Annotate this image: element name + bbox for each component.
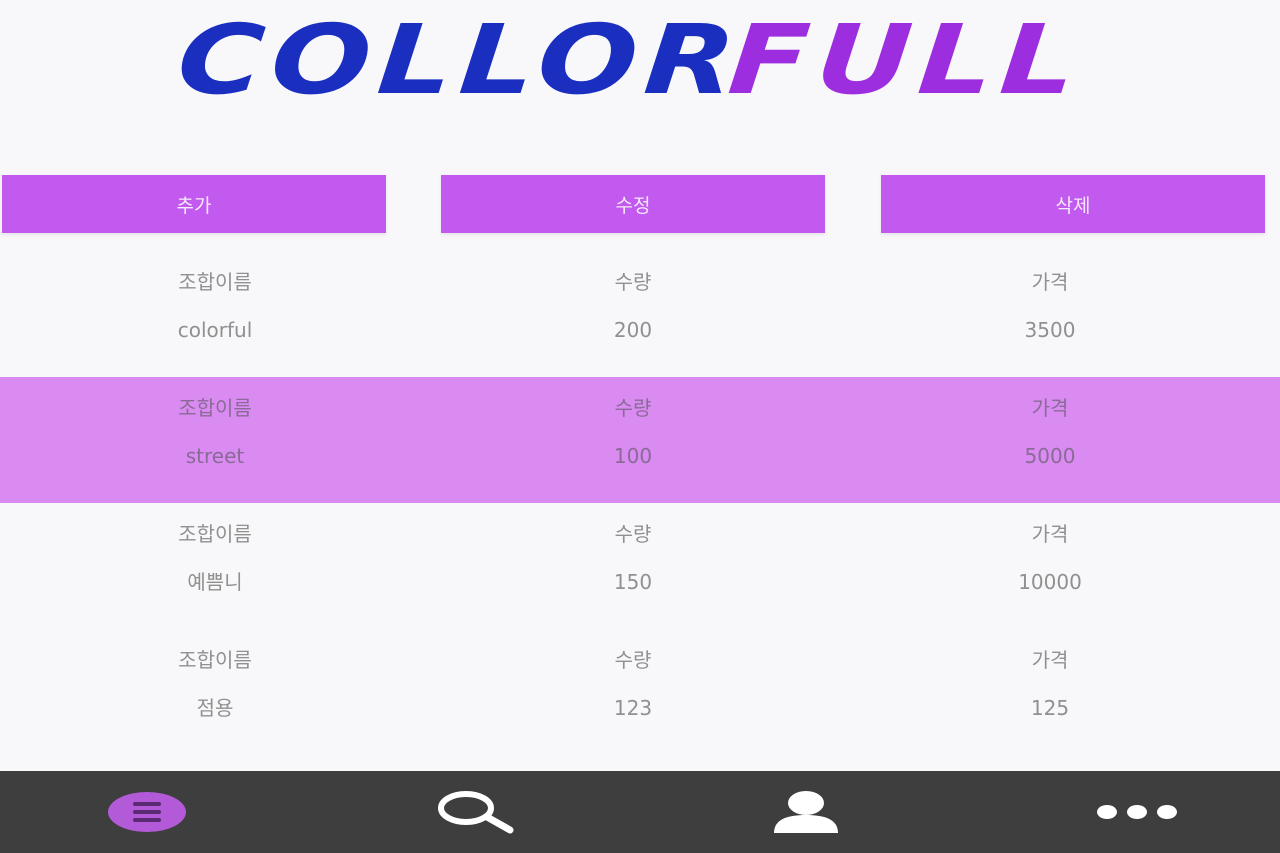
name-header: 조합이름 [178,396,252,420]
price-header: 가격 [1031,522,1069,546]
qty-header: 수량 [614,522,652,546]
price-header: 가격 [1031,648,1069,672]
app-title-part1: COLLOR [173,4,747,116]
combination-list: 조합이름 수량 가격 colorful 200 3500 조합이름 수량 가격 … [0,251,1280,755]
price-header: 가격 [1031,396,1069,420]
item-price: 125 [1030,696,1070,720]
list-item[interactable]: 조합이름 수량 가격 점용 123 125 [0,629,1280,755]
search-icon [438,791,514,834]
nav-search-tab[interactable] [414,771,534,853]
edit-button[interactable]: 수정 [441,175,825,233]
item-qty: 200 [613,318,653,342]
name-header: 조합이름 [178,648,252,672]
item-price: 10000 [1018,570,1082,594]
item-name: colorful [177,318,253,342]
qty-header: 수량 [614,648,652,672]
bottom-navigation [0,771,1280,853]
list-icon [108,792,186,832]
list-item[interactable]: 조합이름 수량 가격 colorful 200 3500 [0,251,1280,377]
item-qty: 150 [613,570,653,594]
add-button[interactable]: 추가 [2,175,386,233]
item-price: 5000 [1024,444,1076,468]
action-bar: 추가 수정 삭제 [0,175,1280,233]
name-header: 조합이름 [178,522,252,546]
list-item[interactable]: 조합이름 수량 가격 예쁨니 150 10000 [0,503,1280,629]
item-price: 3500 [1024,318,1076,342]
item-qty: 100 [613,444,653,468]
nav-profile-tab[interactable] [746,771,866,853]
item-name: 점용 [196,696,234,720]
name-header: 조합이름 [178,270,252,294]
item-name: 예쁨니 [187,570,243,594]
delete-button[interactable]: 삭제 [881,175,1265,233]
qty-header: 수량 [614,270,652,294]
price-header: 가격 [1031,270,1069,294]
item-qty: 123 [613,696,653,720]
app-title-part2: FULL [724,4,1088,116]
app-title: COLLORFULL [0,0,1280,130]
user-icon [774,791,838,833]
nav-list-tab[interactable] [87,771,207,853]
item-name: street [185,444,245,468]
list-item-selected[interactable]: 조합이름 수량 가격 street 100 5000 [0,377,1280,503]
qty-header: 수량 [614,396,652,420]
app-screen: COLLORFULL 추가 수정 삭제 조합이름 수량 가격 colorful … [0,0,1280,853]
more-icon [1097,805,1177,819]
nav-more-tab[interactable] [1077,771,1197,853]
